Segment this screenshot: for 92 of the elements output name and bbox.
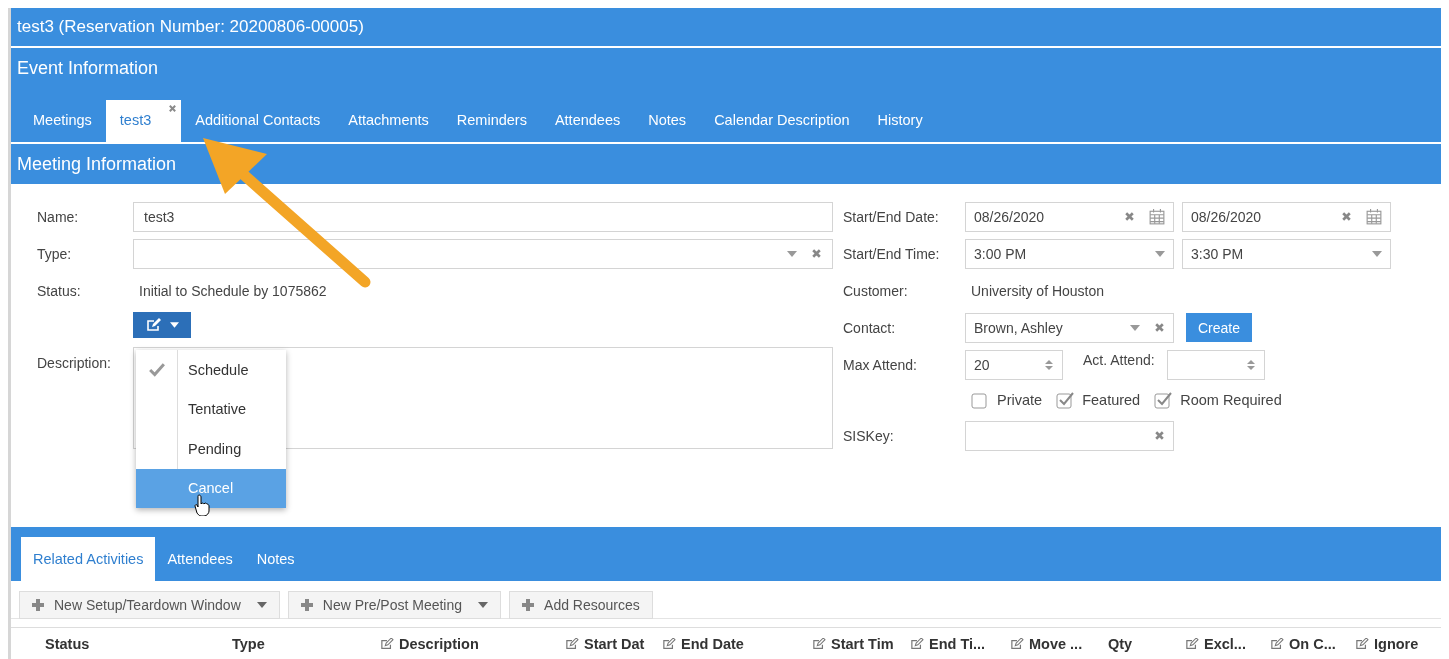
plus-icon: [32, 599, 44, 611]
field-value: 08/26/2020: [974, 208, 1045, 225]
column-header[interactable]: End Date: [654, 636, 804, 652]
calendar-icon[interactable]: [1366, 208, 1382, 225]
edit-icon: [1185, 638, 1199, 650]
menu-item[interactable]: Tentative: [136, 389, 286, 429]
field-value: 08/26/2020: [1191, 208, 1262, 225]
contact-dropdown[interactable]: Brown, Ashley: [965, 312, 1174, 343]
clear-icon[interactable]: [1124, 211, 1135, 222]
column-header[interactable]: Start Dat: [557, 636, 654, 652]
toolbar-button[interactable]: New Setup/Teardown Window: [19, 591, 280, 619]
column-header[interactable]: Start Tim: [804, 636, 902, 652]
end-date-field[interactable]: 08/26/2020: [1182, 201, 1391, 232]
tab[interactable]: Related Activities: [21, 537, 156, 581]
caret-icon[interactable]: [787, 250, 797, 257]
checkbox-label[interactable]: Room Required: [1180, 392, 1282, 408]
plus-icon: [522, 599, 535, 611]
edit-icon: [910, 638, 924, 650]
column-header[interactable]: End Ti...: [902, 636, 1002, 652]
start-time-dropdown[interactable]: 3:00 PM: [965, 238, 1174, 269]
checkbox-label[interactable]: Featured: [1082, 392, 1141, 408]
checkbox-label[interactable]: Private: [997, 392, 1043, 408]
toolbar-button[interactable]: Add Resources: [509, 591, 653, 619]
edit-icon: [1010, 638, 1024, 650]
column-header[interactable]: Type: [224, 636, 372, 652]
edit-icon: [812, 638, 826, 650]
tab[interactable]: test3: [105, 100, 182, 142]
field-label: Act. Attend:: [1083, 351, 1155, 368]
section-title: Meeting Information: [17, 153, 177, 175]
menu-item[interactable]: Schedule: [136, 350, 286, 390]
act-attend-field[interactable]: [1166, 349, 1265, 380]
calendar-icon[interactable]: [1149, 208, 1165, 225]
field-value: 3:00 PM: [974, 245, 1027, 262]
check-icon: [148, 362, 165, 377]
plus-icon: [300, 599, 313, 611]
caret-icon: [478, 602, 489, 608]
section-title: Event Information: [16, 57, 160, 80]
caret-icon[interactable]: [1372, 250, 1382, 257]
column-header[interactable]: Ignore: [1347, 636, 1433, 652]
spinner-icon[interactable]: [1044, 358, 1054, 371]
clear-icon[interactable]: [1154, 430, 1165, 441]
checkbox[interactable]: [1056, 391, 1075, 409]
column-header[interactable]: Move ...: [1002, 636, 1100, 652]
edit-icon: [380, 638, 394, 650]
customer-text: University of Houston: [970, 282, 1105, 299]
edit-icon: [1355, 638, 1369, 650]
caret-icon[interactable]: [1155, 250, 1165, 257]
column-header[interactable]: On C...: [1262, 636, 1347, 652]
field-label: Customer:: [843, 282, 909, 299]
caret-icon[interactable]: [1130, 324, 1140, 331]
start-date-field[interactable]: 08/26/2020: [965, 201, 1174, 232]
menu-item[interactable]: Pending: [136, 429, 286, 469]
spinner-icon[interactable]: [1245, 358, 1256, 371]
caret-icon: [169, 322, 179, 328]
column-header[interactable]: Qty: [1100, 636, 1177, 652]
checkbox[interactable]: [1154, 391, 1173, 409]
pointer-cursor-icon: [194, 494, 210, 516]
edit-icon: [565, 638, 579, 650]
field-label: Description:: [37, 354, 112, 371]
edit-icon: [1270, 638, 1284, 650]
field-value: test3: [144, 208, 175, 225]
status-text: Initial to Schedule by 1075862: [138, 282, 327, 299]
field-label: Max Attend:: [843, 356, 918, 373]
field-label: Start/End Time:: [843, 245, 941, 262]
toolbar-button[interactable]: New Pre/Post Meeting: [287, 591, 502, 619]
name-field[interactable]: test3: [133, 201, 833, 232]
field-label: Name:: [37, 208, 80, 225]
field-value: Brown, Ashley: [974, 319, 1063, 336]
field-label: Status:: [37, 282, 82, 299]
clear-icon[interactable]: [1341, 211, 1352, 222]
max-attend-field[interactable]: 20: [965, 349, 1063, 380]
field-label: Type:: [37, 245, 73, 262]
caret-icon: [256, 602, 267, 608]
edit-icon: [662, 638, 676, 650]
window-title: test3 (Reservation Number: 20200806-00005): [17, 17, 364, 37]
status-edit-button[interactable]: [133, 312, 191, 338]
checkbox[interactable]: [971, 391, 989, 409]
column-header[interactable]: Description: [372, 636, 557, 652]
edit-icon: [145, 318, 162, 332]
end-time-dropdown[interactable]: 3:30 PM: [1182, 238, 1391, 269]
field-label: Contact:: [843, 319, 897, 336]
siskey-field[interactable]: [965, 420, 1174, 451]
field-value: 20: [974, 356, 990, 373]
field-label: SISKey:: [843, 427, 895, 444]
field-value: 3:30 PM: [1191, 245, 1244, 262]
column-header[interactable]: Excl...: [1177, 636, 1262, 652]
field-label: Start/End Date:: [843, 208, 940, 225]
clear-icon[interactable]: [1154, 322, 1165, 333]
close-icon[interactable]: [168, 104, 178, 113]
column-header[interactable]: Status: [37, 636, 224, 652]
clear-icon[interactable]: [811, 248, 822, 259]
type-dropdown[interactable]: [133, 238, 833, 269]
